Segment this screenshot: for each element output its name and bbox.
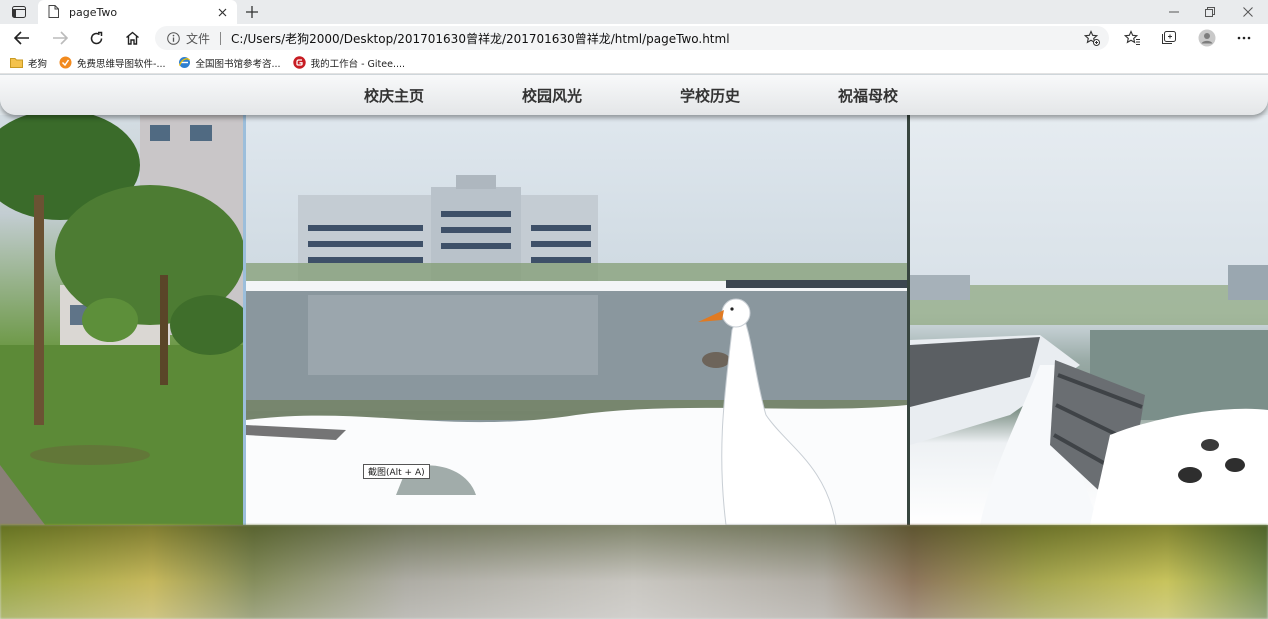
gitee-icon (292, 56, 306, 69)
page-content: 校庆主页 校园风光 学校历史 祝福母校 截图(Alt + A) (0, 75, 1268, 619)
bookmark-mindmap[interactable]: 免费思维导图软件-... (59, 56, 166, 70)
site-info-button[interactable]: 文件 (167, 30, 210, 47)
nav-link-history[interactable]: 学校历史 (680, 85, 838, 106)
ie-globe-icon (178, 56, 191, 69)
tab-strip: pageTwo (0, 0, 1268, 24)
tab-pagetwo[interactable]: pageTwo (38, 0, 237, 24)
url-text[interactable]: C:/Users/老狗2000/Desktop/201701630曾祥龙/201… (231, 30, 730, 47)
mindmap-site-icon (59, 56, 72, 69)
address-separator (220, 31, 222, 45)
browser-toolbar: 文件 C:/Users/老狗2000/Desktop/201701630曾祥龙/… (0, 24, 1268, 52)
refresh-icon[interactable] (84, 27, 108, 49)
forward-arrow-icon[interactable] (48, 27, 72, 49)
bookmark-label: 全国图书馆参考咨... (195, 58, 281, 70)
nav-link-home[interactable]: 校庆主页 (364, 85, 522, 106)
nav-link-blessing[interactable]: 祝福母校 (838, 85, 996, 106)
snowy-boardwalk-photo (910, 115, 1268, 525)
bookmarks-bar: 老狗 免费思维导图软件-... 全国图书馆参考咨... 我的工作台 - Gite… (0, 52, 1268, 74)
campus-trees-photo (0, 115, 243, 525)
file-scheme-label: 文件 (186, 31, 211, 46)
tab-title: pageTwo (69, 5, 118, 19)
restore-icon[interactable] (1193, 2, 1227, 22)
bookmark-laogou[interactable]: 老狗 (10, 56, 47, 70)
bottom-fade-overlay (0, 525, 1268, 619)
minimize-icon[interactable] (1157, 2, 1191, 22)
page-icon (48, 3, 59, 22)
site-navbar: 校庆主页 校园风光 学校历史 祝福母校 (0, 75, 1268, 115)
folder-icon (10, 56, 23, 69)
favorites-icon[interactable] (1121, 28, 1143, 48)
address-bar[interactable]: 文件 C:/Users/老狗2000/Desktop/201701630曾祥龙/… (155, 26, 1109, 50)
nav-link-scenery[interactable]: 校园风光 (522, 85, 680, 106)
profile-avatar-icon[interactable] (1196, 28, 1218, 48)
collections-icon[interactable] (1157, 28, 1179, 48)
add-favorite-icon[interactable] (1083, 29, 1101, 47)
screenshot-shortcut-tooltip: 截图(Alt + A) (363, 464, 430, 479)
bookmark-gitee[interactable]: 我的工作台 - Gitee.... (292, 56, 406, 70)
bookmark-label: 免费思维导图软件-... (77, 58, 166, 70)
more-menu-icon[interactable] (1233, 28, 1255, 48)
tab-actions-icon[interactable] (8, 3, 30, 21)
lake-goose-photo (246, 115, 907, 525)
bookmark-label: 我的工作台 - Gitee.... (310, 58, 406, 70)
close-tab-icon[interactable] (215, 5, 229, 19)
info-icon (167, 31, 180, 45)
close-window-icon[interactable] (1231, 2, 1265, 22)
back-arrow-icon[interactable] (10, 27, 34, 49)
bookmark-label: 老狗 (28, 58, 48, 70)
home-icon[interactable] (120, 27, 144, 49)
bookmark-library[interactable]: 全国图书馆参考咨... (178, 56, 281, 70)
new-tab-icon[interactable] (242, 2, 262, 22)
